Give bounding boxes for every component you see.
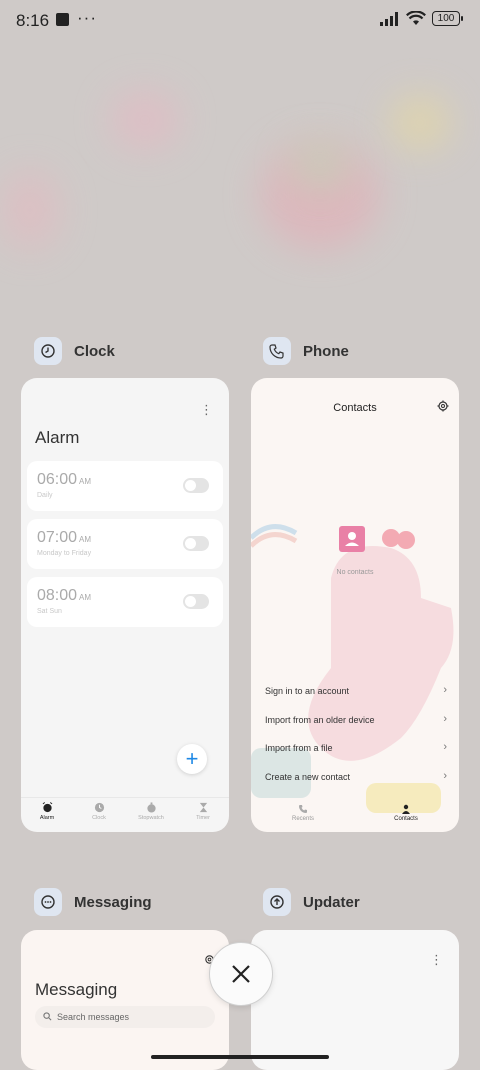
empty-state-text: No contacts <box>336 569 374 576</box>
clock-app-header[interactable]: Clock <box>34 337 115 365</box>
more-notifications: ··· <box>77 8 97 27</box>
person-icon <box>402 804 410 814</box>
alarm-toggle[interactable] <box>183 478 209 493</box>
clock-tab-bar: Alarm Clock Stopwatch Timer <box>21 797 229 832</box>
chevron-right-icon: › <box>443 713 447 725</box>
alarm-ampm: AM <box>79 593 92 602</box>
add-alarm-button[interactable]: + <box>177 744 207 774</box>
wallpaper-blob <box>290 140 350 190</box>
alarm-repeat: Monday to Friday <box>37 550 92 557</box>
chevron-right-icon: › <box>443 770 447 782</box>
phone-app-name: Phone <box>303 342 349 360</box>
alarm-title: Alarm <box>35 428 80 447</box>
alarm-ampm: AM <box>79 477 92 486</box>
search-icon <box>43 1012 52 1021</box>
search-placeholder: Search messages <box>57 1012 130 1022</box>
tab-contacts[interactable]: Contacts <box>386 804 426 822</box>
contact-placeholder-icon <box>339 526 365 552</box>
phone-app-header[interactable]: Phone <box>263 337 349 365</box>
sign-in-option[interactable]: Sign in to an account › <box>265 684 447 696</box>
close-icon <box>232 965 250 983</box>
stopwatch-icon <box>146 802 156 813</box>
clock-icon <box>34 337 62 365</box>
wallpaper-blob <box>390 95 450 150</box>
alarm-repeat: Sat Sun <box>37 608 62 615</box>
messaging-app-name: Messaging <box>74 893 152 911</box>
messaging-title: Messaging <box>35 980 118 999</box>
gear-icon[interactable] <box>437 400 449 412</box>
create-contact-option[interactable]: Create a new contact › <box>265 770 447 782</box>
alarm-row[interactable]: 07:00 AM Monday to Friday <box>27 519 223 569</box>
phone-icon <box>263 337 291 365</box>
alarm-toggle[interactable] <box>183 536 209 551</box>
phone-icon <box>299 805 307 813</box>
clear-all-button[interactable] <box>209 942 273 1006</box>
notification-icon <box>56 13 69 26</box>
messaging-app-header[interactable]: Messaging <box>34 888 152 916</box>
alarm-row[interactable]: 06:00 AM Daily <box>27 461 223 511</box>
search-input[interactable]: Search messages <box>35 1006 215 1028</box>
wifi-icon <box>406 11 426 25</box>
import-file-option[interactable]: Import from a file › <box>265 741 447 753</box>
status-bar: 8:16 ··· 100 <box>0 0 480 44</box>
tab-clock[interactable]: Clock <box>73 798 125 832</box>
chat-bubble-icon <box>34 888 62 916</box>
tab-recents[interactable]: Recents <box>283 804 323 822</box>
more-options-icon[interactable]: ⋮ <box>430 952 443 968</box>
hourglass-icon <box>199 802 207 813</box>
signal-icon <box>380 11 398 26</box>
alarm-toggle[interactable] <box>183 594 209 609</box>
alarm-time: 07:00 <box>37 529 78 546</box>
phone-app-card[interactable]: Contacts No contacts Sign in to an accou… <box>251 378 459 832</box>
alarm-repeat: Daily <box>37 492 53 499</box>
import-older-device-option[interactable]: Import from an older device › <box>265 713 447 725</box>
tab-stopwatch[interactable]: Stopwatch <box>125 798 177 832</box>
status-time: 8:16 <box>16 11 50 30</box>
more-options-icon[interactable]: ⋮ <box>200 402 213 418</box>
alarm-time: 08:00 <box>37 587 78 604</box>
upload-arrow-icon <box>263 888 291 916</box>
contacts-title: Contacts <box>333 402 377 414</box>
chevron-right-icon: › <box>443 741 447 753</box>
updater-app-header[interactable]: Updater <box>263 888 360 916</box>
home-indicator[interactable] <box>151 1055 329 1059</box>
alarm-ampm: AM <box>79 535 92 544</box>
battery-indicator: 100 <box>432 11 463 26</box>
updater-app-card[interactable]: ⋮ <box>251 930 459 1070</box>
alarm-time: 06:00 <box>37 471 78 488</box>
tab-timer[interactable]: Timer <box>177 798 229 832</box>
updater-app-name: Updater <box>303 893 360 911</box>
clock-icon <box>94 802 104 813</box>
clock-app-name: Clock <box>74 342 115 360</box>
alarm-row[interactable]: 08:00 AM Sat Sun <box>27 577 223 627</box>
alarm-icon <box>42 802 52 813</box>
tab-alarm[interactable]: Alarm <box>21 798 73 832</box>
wallpaper-blob <box>110 90 180 150</box>
clock-app-card[interactable]: ⋮ Alarm 06:00 AM Daily 07:00 AM Monday to … <box>21 378 229 832</box>
wallpaper-blob <box>0 170 60 250</box>
messaging-app-card[interactable]: Messaging Search messages <box>21 930 229 1070</box>
chevron-right-icon: › <box>443 684 447 696</box>
